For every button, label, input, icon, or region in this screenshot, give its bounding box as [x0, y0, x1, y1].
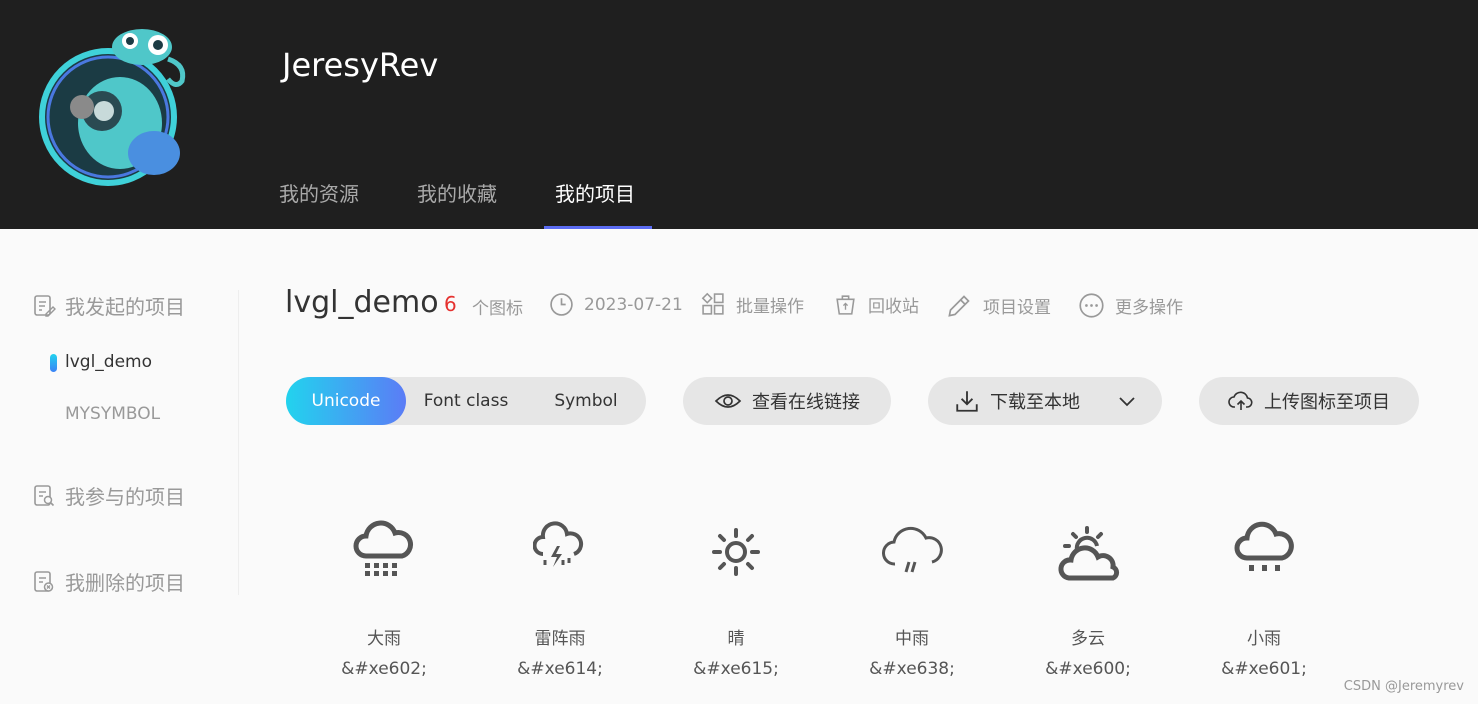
project-date-text: 2023-07-21 — [584, 294, 683, 315]
download-local-label: 下载至本地 — [990, 392, 1080, 413]
sidebar-group-deleted-label: 我删除的项目 — [65, 571, 185, 595]
document-search-icon — [34, 484, 55, 506]
project-settings-label: 项目设置 — [983, 298, 1051, 318]
sidebar-group-deleted[interactable]: 我删除的项目 — [32, 567, 185, 596]
icon-name: 雷阵雨 — [534, 629, 586, 649]
cloud-upload-icon — [1228, 391, 1253, 410]
view-online-link-label: 查看在线链接 — [752, 392, 860, 413]
username: JeresyRev — [282, 46, 439, 84]
sidebar-group-started[interactable]: 我发起的项目 — [32, 291, 185, 320]
batch-operations-label: 批量操作 — [736, 297, 804, 317]
chevron-down-icon[interactable] — [1118, 395, 1136, 407]
light-rain-icon — [1234, 521, 1294, 571]
mode-switch: Unicode Font class Symbol — [286, 377, 646, 425]
icon-code: &#xe601; — [1221, 659, 1307, 679]
icon-card[interactable]: 晴 &#xe615; — [661, 520, 811, 679]
tab-my-favorites[interactable]: 我的收藏 — [417, 178, 497, 207]
sunny-icon — [712, 528, 760, 576]
active-project-marker — [50, 354, 57, 372]
icon-name: 大雨 — [367, 629, 401, 649]
icon-code: &#xe602; — [341, 659, 427, 679]
mode-font-class[interactable]: Font class — [406, 377, 526, 425]
eye-icon — [714, 394, 742, 408]
icon-name: 多云 — [1071, 629, 1105, 649]
sidebar-item-mysymbol[interactable]: MYSYMBOL — [65, 404, 160, 424]
avatar[interactable] — [38, 15, 194, 193]
tab-my-resources[interactable]: 我的资源 — [279, 178, 359, 207]
icon-name: 中雨 — [895, 629, 929, 649]
batch-operations-button[interactable]: 批量操作 — [701, 292, 804, 317]
more-operations-label: 更多操作 — [1115, 298, 1183, 318]
pencil-icon — [948, 295, 970, 317]
trash-icon — [836, 295, 855, 315]
sidebar-group-started-label: 我发起的项目 — [65, 295, 185, 319]
moderate-rain-icon — [882, 526, 943, 573]
sidebar-group-joined-label: 我参与的项目 — [65, 485, 185, 509]
icon-code: &#xe614; — [517, 659, 603, 679]
recycle-bin-button[interactable]: 回收站 — [833, 292, 919, 317]
sidebar-divider — [238, 290, 239, 595]
icon-card[interactable]: 多云 &#xe600; — [1013, 520, 1163, 679]
more-icon — [1079, 293, 1104, 318]
recycle-bin-label: 回收站 — [868, 297, 919, 317]
icon-name: 小雨 — [1247, 629, 1281, 649]
project-title: lvgl_demo — [285, 285, 439, 320]
icon-name: 晴 — [727, 629, 745, 649]
icon-card[interactable]: 小雨 &#xe601; — [1189, 520, 1339, 679]
active-tab-underline — [544, 226, 652, 229]
icon-card[interactable]: 中雨 &#xe638; — [837, 520, 987, 679]
icon-count: 6 — [444, 292, 457, 316]
document-delete-icon — [34, 570, 54, 592]
clock-icon — [550, 293, 573, 316]
icon-card[interactable]: 雷阵雨 &#xe614; — [485, 520, 635, 679]
download-local-button[interactable]: 下载至本地 — [928, 377, 1162, 425]
upload-icons-label: 上传图标至项目 — [1264, 392, 1390, 413]
sidebar-group-joined[interactable]: 我参与的项目 — [32, 481, 185, 510]
mode-unicode[interactable]: Unicode — [286, 377, 406, 425]
cloudy-icon — [1058, 526, 1120, 581]
upload-icons-button[interactable]: 上传图标至项目 — [1199, 377, 1419, 425]
header: JeresyRev 我的资源 我的收藏 我的项目 — [0, 0, 1478, 229]
tab-my-projects[interactable]: 我的项目 — [555, 178, 635, 207]
icon-code: &#xe600; — [1045, 659, 1131, 679]
icon-count-label: 个图标 — [472, 299, 523, 319]
mode-symbol[interactable]: Symbol — [526, 377, 646, 425]
document-edit-icon — [34, 294, 56, 317]
icon-code: &#xe638; — [869, 659, 955, 679]
project-date: 2023-07-21 — [549, 292, 683, 317]
download-icon — [956, 391, 978, 412]
thunderstorm-icon — [533, 521, 584, 567]
grid-icon — [701, 292, 724, 315]
view-online-link-button[interactable]: 查看在线链接 — [683, 377, 891, 425]
sidebar-item-lvgl-demo[interactable]: lvgl_demo — [65, 352, 152, 372]
heavy-rain-icon — [353, 520, 413, 576]
icon-card[interactable]: 大雨 &#xe602; — [309, 520, 459, 679]
more-operations-button[interactable]: 更多操作 — [1078, 292, 1183, 319]
icon-code: &#xe615; — [693, 659, 779, 679]
project-settings-button[interactable]: 项目设置 — [946, 292, 1051, 319]
watermark: CSDN @Jeremyrev — [1343, 679, 1464, 694]
